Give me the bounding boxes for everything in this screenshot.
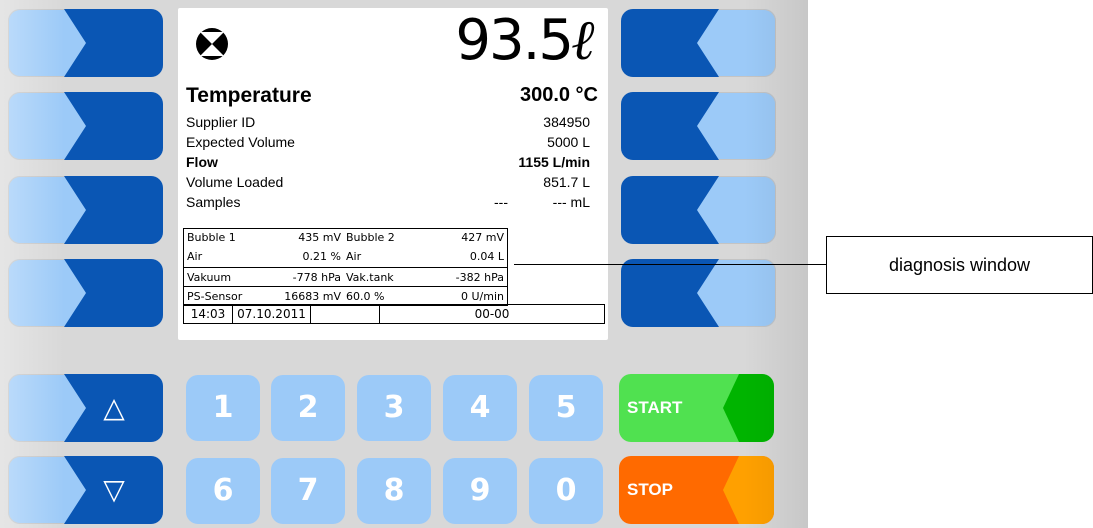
info-row: Supplier ID 384950 <box>186 114 590 134</box>
row-value: --- mL <box>552 194 590 210</box>
diag-value: -382 hPa <box>455 271 504 284</box>
right-soft-key-3[interactable] <box>621 176 776 244</box>
volume-unit: ℓ <box>572 7 596 73</box>
stop-label: STOP <box>627 480 673 499</box>
digit-key-5[interactable]: 5 <box>529 375 603 441</box>
left-soft-key-3[interactable] <box>8 176 163 244</box>
arrow-left-icon <box>621 9 719 77</box>
arrow-right-icon <box>64 9 163 77</box>
lcd-display: 93.5ℓ Temperature 300.0 °C Supplier ID 3… <box>178 8 608 340</box>
page-title: Temperature <box>186 84 312 107</box>
info-row: Volume Loaded 851.7 L <box>186 174 590 194</box>
down-arrow-key[interactable]: ▽ <box>8 456 163 524</box>
stop-button[interactable]: STOP <box>619 456 774 524</box>
row-label: Volume Loaded <box>186 174 284 190</box>
diag-label: Air <box>346 250 362 263</box>
diag-label: Bubble 1 <box>187 231 236 244</box>
arrow-left-icon <box>621 92 719 160</box>
right-soft-key-2[interactable] <box>621 92 776 160</box>
status-bar: 14:03 07.10.2011 00-00 <box>183 304 605 324</box>
diag-value: 0.21 % <box>302 250 341 263</box>
row-value: 5000 L <box>547 134 590 150</box>
row-count: --- <box>494 194 508 210</box>
digit-key-2[interactable]: 2 <box>271 375 345 441</box>
left-soft-key-2[interactable] <box>8 92 163 160</box>
diagnosis-row: Air 0.21 % Air 0.04 L <box>184 248 507 267</box>
diag-value: 0 U/min <box>461 290 504 303</box>
start-button[interactable]: START <box>619 374 774 442</box>
digit-key-8[interactable]: 8 <box>357 458 431 524</box>
start-label: START <box>627 398 683 417</box>
row-label: Samples <box>186 194 241 210</box>
info-row: Samples --- --- mL <box>186 194 590 214</box>
digit-key-7[interactable]: 7 <box>271 458 345 524</box>
diagnosis-row: Bubble 1 435 mV Bubble 2 427 mV <box>184 229 507 248</box>
diag-value: 0.04 L <box>469 250 504 263</box>
digit-key-0[interactable]: 0 <box>529 458 603 524</box>
row-value: 1155 L/min <box>518 154 590 170</box>
row-value: 384950 <box>543 114 590 130</box>
diagnosis-callout: diagnosis window <box>826 236 1093 294</box>
diag-label: Vak.tank <box>346 271 394 284</box>
arrow-left-icon <box>621 259 719 327</box>
diag-label: Bubble 2 <box>346 231 395 244</box>
callout-leader-line <box>514 264 826 265</box>
row-label: Expected Volume <box>186 134 295 150</box>
diagnosis-row: Vakuum -778 hPa Vak.tank -382 hPa <box>184 268 507 287</box>
digit-key-3[interactable]: 3 <box>357 375 431 441</box>
digit-key-9[interactable]: 9 <box>443 458 517 524</box>
diagnosis-window: Bubble 1 435 mV Bubble 2 427 mV Air 0.21… <box>183 228 508 306</box>
row-label: Flow <box>186 154 218 170</box>
info-row: Expected Volume 5000 L <box>186 134 590 154</box>
right-soft-key-4[interactable] <box>621 259 776 327</box>
up-arrow-key[interactable]: △ <box>8 374 163 442</box>
volume-value: 93.5 <box>455 8 574 73</box>
circle-x-icon <box>196 28 228 60</box>
arrow-right-icon <box>64 92 163 160</box>
info-row: Flow 1155 L/min <box>186 154 590 174</box>
status-time: 14:03 <box>184 305 233 323</box>
diag-label: Vakuum <box>187 271 232 284</box>
status-cell-empty <box>311 305 380 323</box>
arrow-left-icon <box>621 176 719 244</box>
diag-value: -778 hPa <box>292 271 341 284</box>
right-soft-key-1[interactable] <box>621 9 776 77</box>
left-soft-key-1[interactable] <box>8 9 163 77</box>
up-arrow-icon: △ <box>103 391 125 424</box>
digit-key-4[interactable]: 4 <box>443 375 517 441</box>
diag-label: PS-Sensor <box>187 290 243 303</box>
left-soft-key-4[interactable] <box>8 259 163 327</box>
status-date: 07.10.2011 <box>233 305 311 323</box>
digit-key-6[interactable]: 6 <box>186 458 260 524</box>
arrow-right-icon <box>64 259 163 327</box>
diag-value: 427 mV <box>461 231 504 244</box>
row-value: 851.7 L <box>543 174 590 190</box>
status-code: 00-00 <box>474 307 510 321</box>
arrow-right-icon <box>64 176 163 244</box>
volume-readout: 93.5ℓ <box>455 7 596 73</box>
diag-label: Air <box>187 250 203 263</box>
diagnosis-row: PS-Sensor 16683 mV 60.0 % 0 U/min <box>184 287 507 305</box>
row-label: Supplier ID <box>186 114 256 130</box>
diag-label: 60.0 % <box>346 290 385 303</box>
diag-value: 435 mV <box>298 231 341 244</box>
diag-value: 16683 mV <box>284 290 341 303</box>
down-arrow-icon: ▽ <box>103 473 125 506</box>
temperature-value: 300.0 °C <box>519 84 598 106</box>
digit-key-1[interactable]: 1 <box>186 375 260 441</box>
